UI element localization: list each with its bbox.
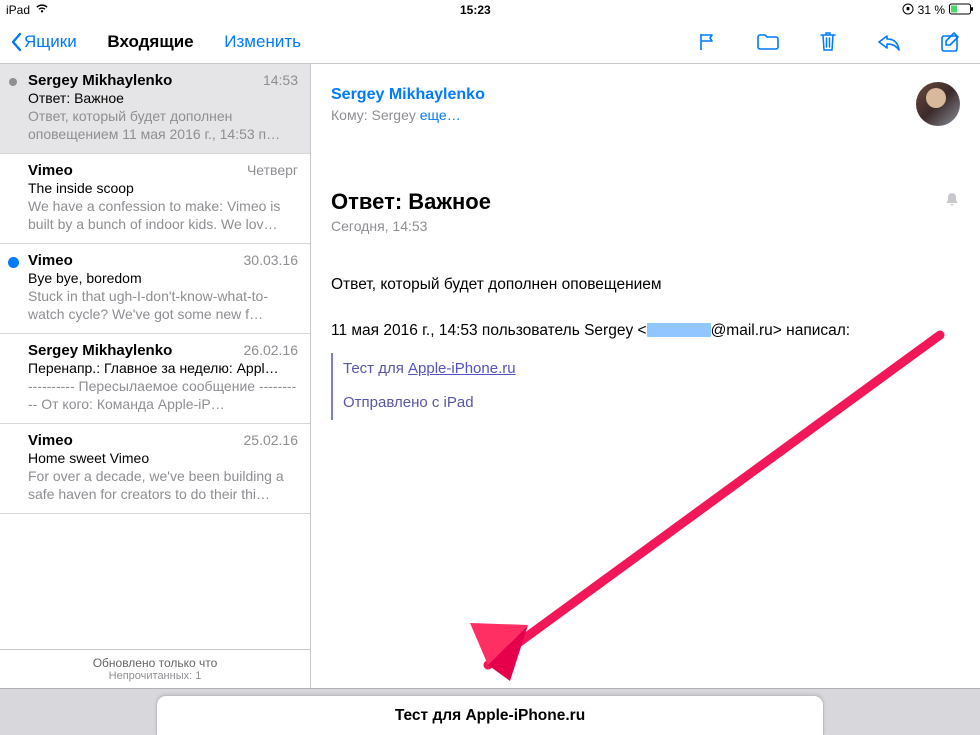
reply-icon[interactable] [876,32,902,52]
row-from: Vimeo [28,162,73,179]
edit-button[interactable]: Изменить [224,32,301,52]
detail-date: Сегодня, 14:53 [331,218,960,234]
row-date: 26.02.16 [244,342,299,358]
folder-icon[interactable] [756,31,780,53]
row-preview: Ответ, который будет дополнен оповещение… [28,107,298,143]
row-subject: Bye bye, boredom [28,270,298,286]
row-subject: The inside scoop [28,180,298,196]
row-date: 30.03.16 [244,252,299,268]
message-row[interactable]: Sergey Mikhaylenko 26.02.16 Перенапр.: Гла… [0,334,310,424]
message-row[interactable]: Vimeo 25.02.16 Home sweet VimeoFor over a … [0,424,310,514]
row-date: Четверг [247,162,298,178]
back-label: Ящики [24,32,77,52]
row-date: 14:53 [263,72,298,88]
flag-icon[interactable] [696,31,718,53]
nav-bar: Ящики Входящие Изменить [0,20,980,64]
quoted-block: Тест для Apple-iPhone.ru Отправлено с iP… [331,353,960,420]
device-label: iPad [6,3,30,17]
mailbox-title: Входящие [107,32,193,52]
row-from: Sergey Mikhaylenko [28,342,172,359]
row-from: Vimeo [28,432,73,449]
row-preview: Stuck in that ugh-I-don't-know-what-to-w… [28,287,298,323]
unread-dot [8,257,19,268]
row-preview: ---------- Пересылаемое сообщение ------… [28,377,298,413]
wifi-icon [35,3,49,17]
clock: 15:23 [49,3,902,17]
message-row[interactable]: Vimeo 30.03.16 Bye bye, boredomStuck in th… [0,244,310,334]
detail-subject: Ответ: Важное [331,189,491,215]
quote-link[interactable]: Apple-iPhone.ru [408,360,516,377]
more-recipients[interactable]: еще… [420,107,461,123]
message-body: Ответ, который будет дополнен оповещение… [331,274,960,420]
row-subject: Ответ: Важное [28,90,298,106]
message-list: Sergey Mikhaylenko 14:53 Ответ: ВажноеОтве… [0,64,311,688]
row-subject: Перенапр.: Главное за неделю: Appl… [28,360,298,376]
row-from: Vimeo [28,252,73,269]
compose-icon[interactable] [940,31,962,53]
redacted-email [647,323,711,337]
status-bar: iPad 15:23 31 % [0,0,980,20]
footer-unread: Непрочитанных: 1 [0,670,310,682]
row-date: 25.02.16 [244,432,299,448]
detail-to: Кому: Sergey еще… [331,107,960,123]
row-from: Sergey Mikhaylenko [28,72,172,89]
avatar[interactable] [916,82,960,126]
notification-banner[interactable]: Тест для Apple-iPhone.ru [156,695,824,735]
battery-icon [949,3,974,18]
bell-icon[interactable] [944,191,960,213]
message-detail: Sergey Mikhaylenko Кому: Sergey еще… Отв… [311,64,980,688]
rotation-lock-icon [902,3,914,18]
selected-dot [9,78,17,86]
message-row[interactable]: Vimeo Четверг The inside scoopWe have a co… [0,154,310,244]
row-preview: For over a decade, we've been building a… [28,467,298,503]
detail-from[interactable]: Sergey Mikhaylenko [331,86,960,104]
bottom-bar: Тест для Apple-iPhone.ru [0,688,980,735]
row-subject: Home sweet Vimeo [28,450,298,466]
row-preview: We have a confession to make: Vimeo is b… [28,197,298,233]
back-button[interactable]: Ящики [10,32,77,52]
message-row[interactable]: Sergey Mikhaylenko 14:53 Ответ: ВажноеОтве… [0,64,310,154]
footer-status: Обновлено только что [0,656,310,670]
list-footer: Обновлено только что Непрочитанных: 1 [0,649,310,688]
battery-pct: 31 % [918,3,945,17]
trash-icon[interactable] [818,30,838,53]
